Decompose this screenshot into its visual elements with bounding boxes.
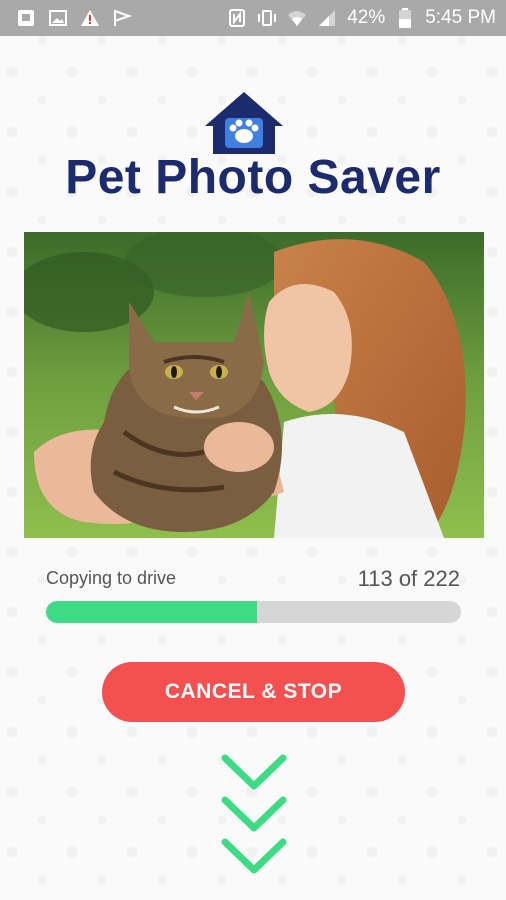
progress-bar [46, 601, 461, 623]
progress-count: 113 of 222 [357, 566, 460, 591]
progress-label: Copying to drive [46, 568, 177, 588]
photo-icon [16, 8, 36, 28]
chevron-down-icon [221, 754, 287, 790]
status-left-icons [16, 8, 132, 28]
status-bar: 42% 5:45 PM [0, 0, 506, 36]
cancel-stop-button[interactable]: CANCEL & STOP [102, 662, 405, 722]
status-right-icons: 42% 5:45 PM [227, 7, 496, 29]
chevron-down-icon [221, 838, 287, 874]
battery-icon [395, 8, 415, 28]
signal-icon [317, 8, 337, 28]
nfc-icon [227, 8, 247, 28]
battery-percent: 42% [347, 7, 386, 28]
app-title: Pet Photo Saver [65, 151, 441, 204]
alert-icon [80, 8, 100, 28]
progress-bar-fill [46, 601, 258, 623]
flag-icon [112, 8, 132, 28]
scroll-down-hint[interactable] [219, 752, 289, 878]
vibrate-icon [257, 8, 277, 28]
house-paw-icon [199, 88, 289, 158]
image-icon [48, 8, 68, 28]
chevron-down-icon [221, 796, 287, 832]
wifi-icon [287, 8, 307, 28]
pet-photo [24, 232, 484, 538]
clock: 5:45 PM [425, 7, 496, 28]
